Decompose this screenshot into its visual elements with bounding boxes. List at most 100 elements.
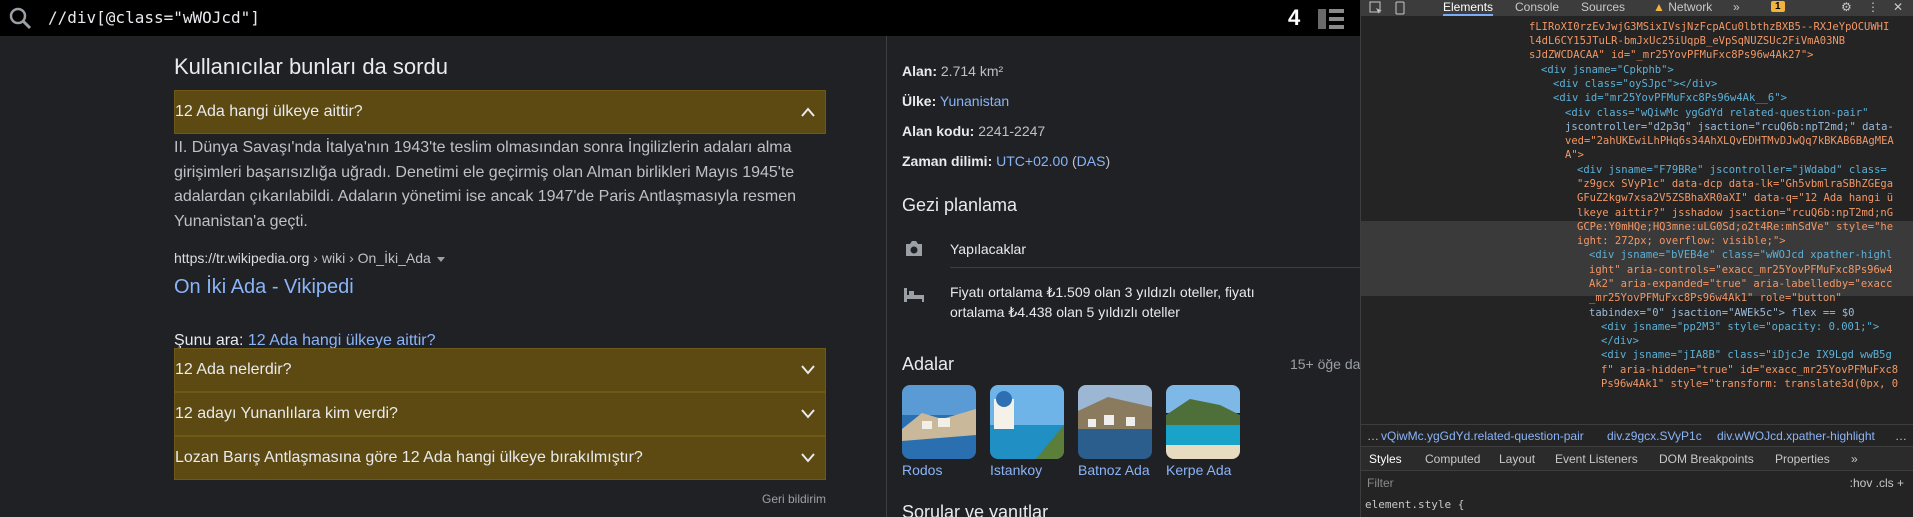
chevron-up-icon [801, 107, 815, 117]
devtools-panel: Elements Console Sources ▲ Network » 1 ⚙… [1360, 0, 1913, 517]
island-label[interactable]: Kerpe Ada [1166, 462, 1231, 478]
code-line[interactable]: "z9gcx SVyP1c" data-dcp data-lk="Gh5vbml… [1577, 177, 1893, 191]
island-label[interactable]: Batnoz Ada [1078, 462, 1150, 478]
chevron-down-icon [801, 365, 815, 375]
question-label: 12 adayı Yunanlılara kim verdi? [175, 405, 398, 422]
kebab-menu-icon[interactable]: ⋮ [1867, 0, 1879, 16]
cite-path: › wiki › On_İki_Ada [309, 250, 431, 266]
code-line[interactable]: Ak2" aria-expanded="true" aria-labelledb… [1589, 277, 1892, 291]
close-icon[interactable]: ✕ [1893, 0, 1903, 16]
code-line[interactable]: jscontroller="d2p3q" jsaction="rcuQ6b:np… [1565, 120, 1894, 134]
code-line[interactable]: ight: 272px; overflow: visible;"> [1577, 234, 1786, 248]
code-line[interactable]: <div id="mr25YovPFMuFxc8Ps96w4Ak__6"> [1553, 91, 1787, 105]
paren-close: ) [1105, 153, 1111, 169]
code-line[interactable]: </div> [1601, 334, 1639, 348]
code-line-selected[interactable]: <div jsname="bVEB4e" class="wWOJcd xpath… [1589, 248, 1892, 262]
hotels-line: ortalama ₺4.438 olan 5 yıldızlı oteller [950, 304, 1180, 320]
code-line[interactable]: Ps96w4Ak1" style="transform: translate3d… [1601, 377, 1898, 391]
question-row[interactable]: Lozan Barış Antlaşmasına göre 12 Ada han… [174, 436, 826, 480]
code-line[interactable]: <div class="oySJpc"></div> [1553, 77, 1717, 91]
island-label[interactable]: Istankoy [990, 462, 1042, 478]
issues-badge[interactable]: 1 [1771, 1, 1785, 12]
result-link[interactable]: On İki Ada - Vikipedi [174, 276, 354, 299]
island-photo [902, 385, 976, 459]
device-toolbar-icon[interactable] [1393, 1, 1407, 15]
fact-area: Alan: 2.714 km² [902, 63, 1003, 79]
search-suggestion-link[interactable]: 12 Ada hangi ülkeye aittir? [248, 332, 436, 349]
country-link[interactable]: Yunanistan [940, 93, 1009, 109]
code-line[interactable]: A"> [1565, 148, 1584, 162]
island-photo [1166, 385, 1240, 459]
code-line[interactable]: l4dL6CY15JTuLR-bmJxUc25iUqpB_eVpSqNUZSUc… [1529, 34, 1845, 48]
tab-console[interactable]: Console [1515, 0, 1559, 16]
gear-icon[interactable]: ⚙ [1841, 0, 1852, 16]
das-link[interactable]: DAS [1077, 153, 1106, 169]
xpath-input[interactable]: //div[@class="wWOJcd"] [48, 8, 260, 27]
feedback-link[interactable]: Geri bildirim [762, 492, 826, 506]
fact-value: 2.714 km² [937, 63, 1004, 79]
code-line[interactable]: f" aria-hidden="true" id="exacc_mr25YovP… [1601, 363, 1898, 377]
timezone-link[interactable]: UTC+02.00 [996, 153, 1068, 169]
tab-layout[interactable]: Layout [1499, 452, 1535, 466]
breadcrumb-item[interactable]: div.z9gcx.SVyP1c [1607, 429, 1702, 443]
search-icon[interactable] [8, 6, 32, 30]
question-label: 12 Ada hangi ülkeye aittir? [175, 103, 363, 120]
styles-filter[interactable]: Filter :hov .cls + [1361, 470, 1913, 494]
tab-event-listeners[interactable]: Event Listeners [1555, 452, 1638, 466]
fact-area-code: Alan kodu: 2241-2247 [902, 123, 1045, 139]
islands-title: Adalar [902, 354, 955, 374]
element-style-rule[interactable]: element.style { [1365, 498, 1464, 511]
hotels-row[interactable]: Fiyatı ortalama ₺1.509 olan 3 yıldızlı o… [902, 282, 1332, 326]
code-line[interactable]: _mr25YovPFMuFxc8Ps96w4Ak1" role="button" [1589, 291, 1842, 305]
breadcrumb-item[interactable]: … [1367, 429, 1379, 443]
source-citation[interactable]: https://tr.wikipedia.org › wiki › On_İki… [174, 250, 445, 266]
code-line[interactable]: <div class="wQiwMc ygGdYd related-questi… [1565, 106, 1868, 120]
things-to-do-row[interactable]: Yapılacaklar [902, 237, 1332, 261]
code-line[interactable]: ight" aria-controls="exacc_mr25YovPFMuFx… [1589, 263, 1892, 277]
caret-down-icon[interactable] [436, 256, 445, 262]
code-line[interactable]: <div jsname="F79BRe" jscontroller="jWdab… [1577, 163, 1887, 177]
question-row[interactable]: 12 adayı Yunanlılara kim verdi? [174, 392, 826, 436]
code-line[interactable]: lkeye aittir?" jsshadow jsaction="rcuQ6b… [1577, 206, 1893, 220]
code-line[interactable]: tabindex="0" jsaction="AWEk5c"> flex == … [1589, 306, 1855, 320]
list-icon[interactable] [1318, 7, 1344, 31]
breadcrumb-item[interactable]: … [1895, 429, 1907, 443]
tab-sources[interactable]: Sources [1581, 0, 1625, 16]
warning-icon: ▲ [1653, 0, 1665, 14]
island-image-rodos[interactable] [902, 385, 976, 459]
tab-network[interactable]: ▲ Network [1653, 0, 1712, 16]
code-line[interactable]: <div jsname="pp2M3" style="opacity: 0.00… [1601, 320, 1879, 334]
code-line[interactable]: GFuZ2kgw7xsa2V5ZSBhaXR0aXI" data-q="12 A… [1577, 191, 1893, 205]
island-image-istankoy[interactable] [990, 385, 1064, 459]
code-line[interactable]: <div jsname="Cpkphb"> [1541, 63, 1674, 77]
filter-options[interactable]: :hov .cls + [1850, 476, 1904, 490]
more-tabs-icon[interactable]: » [1733, 0, 1740, 16]
island-label[interactable]: Rodos [902, 462, 942, 478]
bed-icon [904, 288, 924, 302]
tab-elements[interactable]: Elements [1443, 0, 1494, 16]
island-image-batnoz[interactable] [1078, 385, 1152, 459]
code-line[interactable]: GCPe:Y0mHQe;HQ3mne:uLG0Sd;o2t4Re:mhSdVe"… [1577, 220, 1893, 234]
island-photo [1078, 385, 1152, 459]
code-line[interactable]: fLIRoXI0rzEvJwjG3MSixIVsjNzFcpACu0lbthzB… [1529, 20, 1889, 34]
code-line[interactable]: ved="2ahUKEwiLhPHq6s34AhXLQvEDHTMvDJwQq7… [1565, 134, 1894, 148]
tab-dom-breakpoints[interactable]: DOM Breakpoints [1659, 452, 1754, 466]
knowledge-panel: Alan: 2.714 km² Ülke: Yunanistan Alan ko… [902, 36, 1378, 517]
things-to-do-label: Yapılacaklar [950, 241, 1027, 257]
question-row-expanded[interactable]: 12 Ada hangi ülkeye aittir? [174, 90, 826, 134]
breadcrumb-item[interactable]: vQiwMc.ygGdYd.related-question-pair [1381, 429, 1584, 443]
tab-computed[interactable]: Computed [1425, 452, 1480, 466]
island-image-kerpe[interactable] [1166, 385, 1240, 459]
inspect-icon[interactable] [1369, 1, 1383, 15]
question-row[interactable]: 12 Ada nelerdir? [174, 348, 826, 392]
tab-styles[interactable]: Styles [1369, 452, 1402, 472]
filter-input[interactable]: Filter [1367, 476, 1394, 490]
xpath-bar: //div[@class="wWOJcd"] 4 [0, 0, 1360, 36]
tab-properties[interactable]: Properties [1775, 452, 1830, 466]
code-line[interactable]: sJdZWCDACAA" id="_mr25YovPFMuFxc8Ps96w4A… [1529, 48, 1813, 62]
code-line[interactable]: <div jsname="jIA8B" class="iDjcJe IX9Lgd… [1601, 348, 1892, 362]
answer-text: II. Dünya Savaşı'nda İtalya'nın 1943'te … [174, 136, 826, 234]
fact-label: Ülke: [902, 93, 937, 109]
more-tabs-icon[interactable]: » [1851, 452, 1858, 466]
breadcrumb-item[interactable]: div.wWOJcd.xpather-highlight [1717, 429, 1875, 443]
